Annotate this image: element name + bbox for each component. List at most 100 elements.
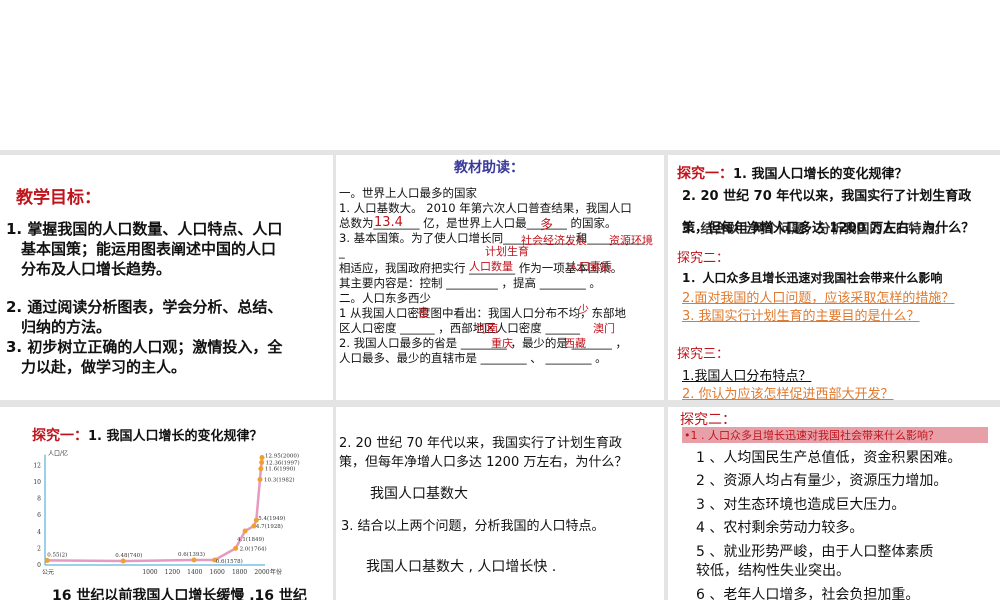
data-label: 12.95(2000) xyxy=(265,453,299,460)
question: 3. 结合以上两个问题，分析我国的人口特点。 xyxy=(682,222,948,237)
goal-line: 分布及人口增长趋势。 xyxy=(6,260,172,278)
text-line: 其主要内容是：控制 _________ ，提高 ________ 。 xyxy=(339,276,601,290)
inquiry-label: 探究一： xyxy=(32,428,88,444)
list-item: 5 、就业形势严峻，由于人口整体素质 xyxy=(696,544,934,560)
goal-line: 3. 初步树立正确的人口观；激情投入，全 xyxy=(6,338,283,356)
answer-text: 资源环境 xyxy=(609,234,653,247)
y-tick-label: 6 xyxy=(37,512,41,519)
data-point xyxy=(258,466,264,472)
text-line: 一。世界上人口最多的国家 xyxy=(339,186,477,200)
slide-title: 教材助读： xyxy=(454,160,524,176)
data-point xyxy=(120,558,126,564)
data-label: 0.55(2) xyxy=(47,551,67,558)
data-point xyxy=(44,557,50,563)
goal-line: 1. 掌握我国的人口数量、人口特点、人口 xyxy=(6,220,283,238)
y-tick-label: 12 xyxy=(33,462,41,469)
y-tick-label: 2 xyxy=(37,545,41,552)
goal-line: 2. 通过阅读分析图表，学会分析、总结、 xyxy=(6,298,283,316)
highlighted-question: •1 . 人口众多且增长迅速对我国社会带来什么影响？ xyxy=(682,427,988,443)
list-item: 1 、人均国民生产总值低，资金积累困难。 xyxy=(696,450,962,466)
x-tick-label: 1800 xyxy=(232,569,247,576)
slide-inquiry-overview[interactable]: 探究一：1. 我国人口增长的变化规律？ 2. 20 世纪 70 年代以来，我国实… xyxy=(668,155,1000,400)
goal-line: 基本国策；能运用图表阐述中国的人口 xyxy=(6,240,277,258)
slide-title: 教学目标： xyxy=(16,188,101,208)
question-link[interactable]: 2.面对我国的人口问题，应该采取怎样的措施？ xyxy=(682,287,954,306)
data-point xyxy=(233,545,239,551)
x-first-label: 公元 xyxy=(42,569,54,576)
inquiry-label: 探究一： xyxy=(677,166,733,182)
answer-text: 少 xyxy=(578,303,589,316)
list-item: 2 、资源人均占有量少，资源压力增加。 xyxy=(696,473,948,489)
answer-text: 密 xyxy=(418,306,429,319)
question-link[interactable]: 2. 你认为应该怎样促进西部大开发？ xyxy=(682,383,894,400)
y-tick-label: 10 xyxy=(33,479,41,486)
answer-text: 澳门 xyxy=(593,322,615,335)
x-tick-label: 1000 xyxy=(142,569,157,576)
data-label: 4.7(1928) xyxy=(256,523,283,530)
inquiry-label: 探究三： xyxy=(677,347,730,362)
question: 策，但每年净增人口多达 1200 万左右，为什么？ xyxy=(339,455,628,470)
answer-text: 人口数量 xyxy=(469,260,513,273)
data-label: 4.1(1849) xyxy=(237,536,264,543)
list-item: 3 、对生态环境也造成巨大压力。 xyxy=(696,497,906,513)
data-point xyxy=(259,459,265,465)
question-link[interactable]: 3. 我国实行计划生育的主要目的是什么？ xyxy=(682,305,920,324)
data-label: 2.0(1764) xyxy=(240,545,267,552)
x-tick-label: 1600 xyxy=(210,569,225,576)
question: 2. 20 世纪 70 年代以来，我国实行了计划生育政 xyxy=(682,189,972,204)
answer-text: 重庆 xyxy=(491,337,513,350)
goal-line: 力以赴，做学习的主人。 xyxy=(6,358,187,376)
question: 3. 结合以上两个问题，分析我国的人口特点。 xyxy=(341,519,605,534)
data-point xyxy=(191,557,197,563)
answer: 我国人口基数大 xyxy=(370,486,468,502)
data-point xyxy=(259,455,265,461)
list-item: 6 、老年人口增多，社会负担加重。 xyxy=(696,587,920,600)
question-link[interactable]: 1.我国人口分布特点？ xyxy=(682,365,811,384)
answer-text: 多 xyxy=(540,218,554,233)
text-line: 人口最多、最少的直辖市是 ________ 、 ________ 。 xyxy=(339,351,607,365)
x-tick-label: 2000 xyxy=(254,569,269,576)
data-label: 12.36(1997) xyxy=(266,459,300,466)
y-axis-label: 人口/亿 xyxy=(48,449,68,457)
text-line: 区人口密度 ______ ，西部地区人口密度 ______ xyxy=(339,321,580,335)
answer-text: 西藏 xyxy=(564,337,586,350)
answer-text: 计划生育 xyxy=(485,245,529,258)
list-item: 4 、农村剩余劳动力较多。 xyxy=(696,520,864,536)
inquiry-label: 探究二： xyxy=(677,251,730,266)
x-axis-label: 年份 xyxy=(270,568,282,576)
answer-text: 13.4 xyxy=(374,215,403,230)
caption: 16 世纪以前我国人口增长缓慢 .16 世纪 xyxy=(52,588,307,600)
answer: 我国人口基数大 , 人口增长快 . xyxy=(366,559,557,575)
answer-text: 社会经济发展 xyxy=(521,234,587,247)
data-label: 0.6(1578) xyxy=(216,558,243,565)
slide-inquiry-two-answers[interactable]: 探究二： •1 . 人口众多且增长迅速对我国社会带来什么影响？ 1 、人均国民生… xyxy=(668,407,1000,600)
slide-growth-chart[interactable]: 探究一：1. 我国人口增长的变化规律？ 人口/亿 0 2 4 6 8 10 12 1000 120… xyxy=(0,407,333,600)
data-point xyxy=(257,477,263,483)
y-tick-label: 8 xyxy=(37,496,41,503)
slide-teaching-goals[interactable]: 教学目标： 1. 掌握我国的人口数量、人口特点、人口 基本国策；能运用图表阐述中… xyxy=(0,155,333,400)
goal-line: 归纳的方法。 xyxy=(6,318,112,336)
slide-textbook-reading[interactable]: 教材助读： 一。世界上人口最多的国家 1. 人口基数大。 2010 年第六次人口… xyxy=(336,155,664,400)
text-line: 1. 人口基数大。 2010 年第六次人口普查结果，我国人口 xyxy=(339,201,632,215)
series-line xyxy=(47,457,264,563)
data-label: 5.4(1949) xyxy=(258,515,285,522)
y-tick-label: 4 xyxy=(37,529,41,536)
y-tick-label: 0 xyxy=(37,562,41,569)
population-chart: 人口/亿 0 2 4 6 8 10 12 1000 1200 1400 1600 1800 2000 公元 年… xyxy=(33,449,300,576)
answer-text: 河南 xyxy=(476,322,498,335)
list-item: 较低，结构性失业突出。 xyxy=(696,563,850,579)
data-point xyxy=(242,528,248,534)
x-tick-label: 1200 xyxy=(165,569,180,576)
x-tick-label: 1400 xyxy=(187,569,202,576)
question: 1. 我国人口增长的变化规律？ xyxy=(733,167,908,182)
question: 2. 20 世纪 70 年代以来，我国实行了计划生育政 xyxy=(339,436,623,451)
slide-grid: 教学目标： 1. 掌握我国的人口数量、人口特点、人口 基本国策；能运用图表阐述中… xyxy=(0,150,1000,600)
data-label: 0.6(1393) xyxy=(178,551,205,558)
data-label: 10.3(1982) xyxy=(264,477,295,484)
text-line: _ xyxy=(339,245,345,259)
slide-growth-answer[interactable]: 2. 20 世纪 70 年代以来，我国实行了计划生育政 策，但每年净增人口多达 … xyxy=(336,407,664,600)
question: 1．人口众多且增长迅速对我国社会带来什么影响 xyxy=(682,271,943,285)
question: 1. 我国人口增长的变化规律？ xyxy=(88,429,263,444)
answer-text: 人口素质 xyxy=(568,260,612,273)
inquiry-label: 探究二： xyxy=(680,412,736,428)
